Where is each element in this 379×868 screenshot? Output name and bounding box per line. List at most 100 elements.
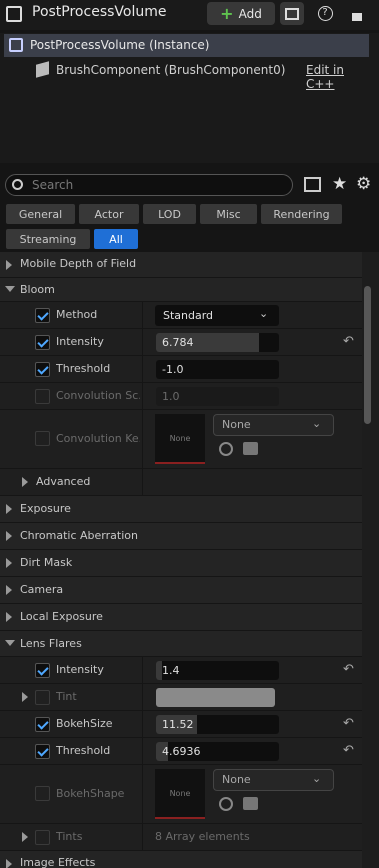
- splitter: [142, 711, 143, 737]
- override-checkbox[interactable]: [35, 431, 50, 446]
- bokeh-size-input[interactable]: 11.52: [156, 715, 279, 734]
- category-chromatic[interactable]: Chromatic Aberration: [0, 523, 362, 550]
- prop-row-threshold: Threshold -1.0: [0, 356, 362, 383]
- category-mobile-dof[interactable]: Mobile Depth of Field: [0, 252, 362, 278]
- asset-combo[interactable]: None ⌄: [213, 769, 334, 791]
- category-local-exposure[interactable]: Local Exposure: [0, 604, 362, 631]
- prop-row-conv-scale: Convolution Sc... 1.0: [0, 383, 362, 410]
- browse-folder-icon[interactable]: [243, 797, 258, 810]
- group-advanced[interactable]: Advanced: [0, 469, 362, 496]
- actor-title: PostProcessVolume: [32, 4, 167, 20]
- prop-label: BokehSize: [56, 717, 113, 730]
- table-view-icon[interactable]: [304, 177, 321, 192]
- input-value: 11.52: [162, 718, 194, 731]
- hierarchy-icon: [285, 7, 299, 20]
- category-exposure[interactable]: Exposure: [0, 496, 362, 523]
- help-button[interactable]: ?: [313, 2, 337, 25]
- prop-label: Convolution Ke...: [56, 432, 140, 445]
- override-checkbox[interactable]: [35, 308, 50, 323]
- add-label: Add: [238, 6, 262, 21]
- group-label: Advanced: [36, 475, 91, 488]
- reset-icon[interactable]: ↶: [343, 662, 354, 677]
- chevron-down-icon: ⌄: [312, 417, 322, 430]
- filter-all[interactable]: All: [94, 229, 138, 249]
- expand-arrow-icon: [6, 585, 12, 595]
- splitter: [142, 302, 143, 328]
- reset-icon[interactable]: ↶: [343, 743, 354, 758]
- asset-combo[interactable]: None ⌄: [213, 414, 334, 436]
- category-dirt-mask[interactable]: Dirt Mask: [0, 550, 362, 577]
- collapse-arrow-icon: [5, 640, 15, 646]
- category-label: Mobile Depth of Field: [20, 257, 137, 270]
- prop-row-tint: Tint: [0, 684, 362, 711]
- override-checkbox[interactable]: [35, 690, 50, 705]
- splitter: [142, 765, 143, 823]
- prop-row-bokeh-size: BokehSize 11.52 ↶: [0, 711, 362, 738]
- scrollbar-thumb[interactable]: [364, 286, 371, 424]
- reset-icon[interactable]: ↶: [343, 334, 354, 349]
- input-value: 4.6936: [162, 745, 201, 758]
- tree-row-root[interactable]: PostProcessVolume (Instance): [4, 34, 369, 57]
- browse-folder-icon[interactable]: [243, 442, 258, 455]
- filter-lod[interactable]: LOD: [143, 204, 196, 224]
- expand-arrow-icon: [6, 859, 12, 868]
- override-checkbox[interactable]: [35, 786, 50, 801]
- filter-general[interactable]: General: [6, 204, 75, 224]
- category-label: Local Exposure: [20, 610, 103, 623]
- override-checkbox[interactable]: [35, 335, 50, 350]
- use-selected-icon[interactable]: [219, 797, 233, 811]
- splitter: [142, 824, 143, 850]
- prop-row-lf-intensity: Intensity 1.4 ↶: [0, 657, 362, 684]
- override-checkbox[interactable]: [35, 717, 50, 732]
- override-checkbox[interactable]: [35, 362, 50, 377]
- collapse-arrow-icon: [5, 286, 15, 292]
- reset-icon[interactable]: ↶: [343, 716, 354, 731]
- search-input[interactable]: Search: [5, 174, 293, 196]
- filter-actor[interactable]: Actor: [79, 204, 139, 224]
- lf-threshold-input[interactable]: 4.6936: [156, 742, 279, 761]
- prop-row-intensity: Intensity 6.784 ↶: [0, 329, 362, 356]
- expand-arrow-icon[interactable]: [22, 832, 28, 842]
- combo-value: None: [222, 773, 251, 786]
- expand-arrow-icon: [6, 260, 12, 270]
- filter-misc[interactable]: Misc: [200, 204, 257, 224]
- add-component-button[interactable]: + Add: [207, 2, 275, 25]
- texture-thumbnail[interactable]: None: [155, 769, 205, 819]
- filter-streaming[interactable]: Streaming: [6, 229, 90, 249]
- tree-row-brush[interactable]: BrushComponent (BrushComponent0) Edit in…: [4, 59, 369, 91]
- category-image-effects[interactable]: Image Effects: [0, 851, 362, 868]
- use-selected-icon[interactable]: [219, 442, 233, 456]
- star-icon[interactable]: ★: [332, 174, 347, 194]
- lf-intensity-input[interactable]: 1.4: [156, 661, 279, 680]
- blueprint-button[interactable]: [280, 2, 304, 25]
- category-lens-flares[interactable]: Lens Flares: [0, 631, 362, 657]
- category-bloom[interactable]: Bloom: [0, 278, 362, 302]
- tint-color-swatch[interactable]: [156, 688, 275, 707]
- texture-thumbnail[interactable]: None: [155, 414, 205, 464]
- threshold-input[interactable]: -1.0: [156, 360, 279, 379]
- filter-rendering[interactable]: Rendering: [261, 204, 342, 224]
- override-checkbox[interactable]: [35, 389, 50, 404]
- actor-icon: [6, 6, 22, 22]
- category-label: Chromatic Aberration: [20, 529, 138, 542]
- category-label: Camera: [20, 583, 64, 596]
- override-checkbox[interactable]: [35, 663, 50, 678]
- expand-arrow-icon[interactable]: [22, 692, 28, 702]
- override-checkbox[interactable]: [35, 744, 50, 759]
- prop-label: Threshold: [56, 362, 111, 375]
- category-camera[interactable]: Camera: [0, 577, 362, 604]
- prop-label: Convolution Sc...: [56, 389, 140, 402]
- expand-arrow-icon: [6, 558, 12, 568]
- splitter: [142, 738, 143, 764]
- gear-icon[interactable]: ⚙: [356, 174, 371, 194]
- lock-button[interactable]: [345, 2, 369, 25]
- prop-label: BokehShape: [56, 787, 125, 800]
- array-count: 8 Array elements: [155, 830, 250, 843]
- conv-scale-input[interactable]: 1.0: [156, 387, 279, 406]
- method-dropdown[interactable]: Standard ⌄: [155, 305, 279, 326]
- override-checkbox[interactable]: [35, 830, 50, 845]
- splitter: [142, 684, 143, 710]
- intensity-input[interactable]: 6.784: [156, 333, 279, 352]
- edit-in-cpp-link[interactable]: Edit in C++: [306, 63, 369, 91]
- category-label: Image Effects: [20, 856, 96, 868]
